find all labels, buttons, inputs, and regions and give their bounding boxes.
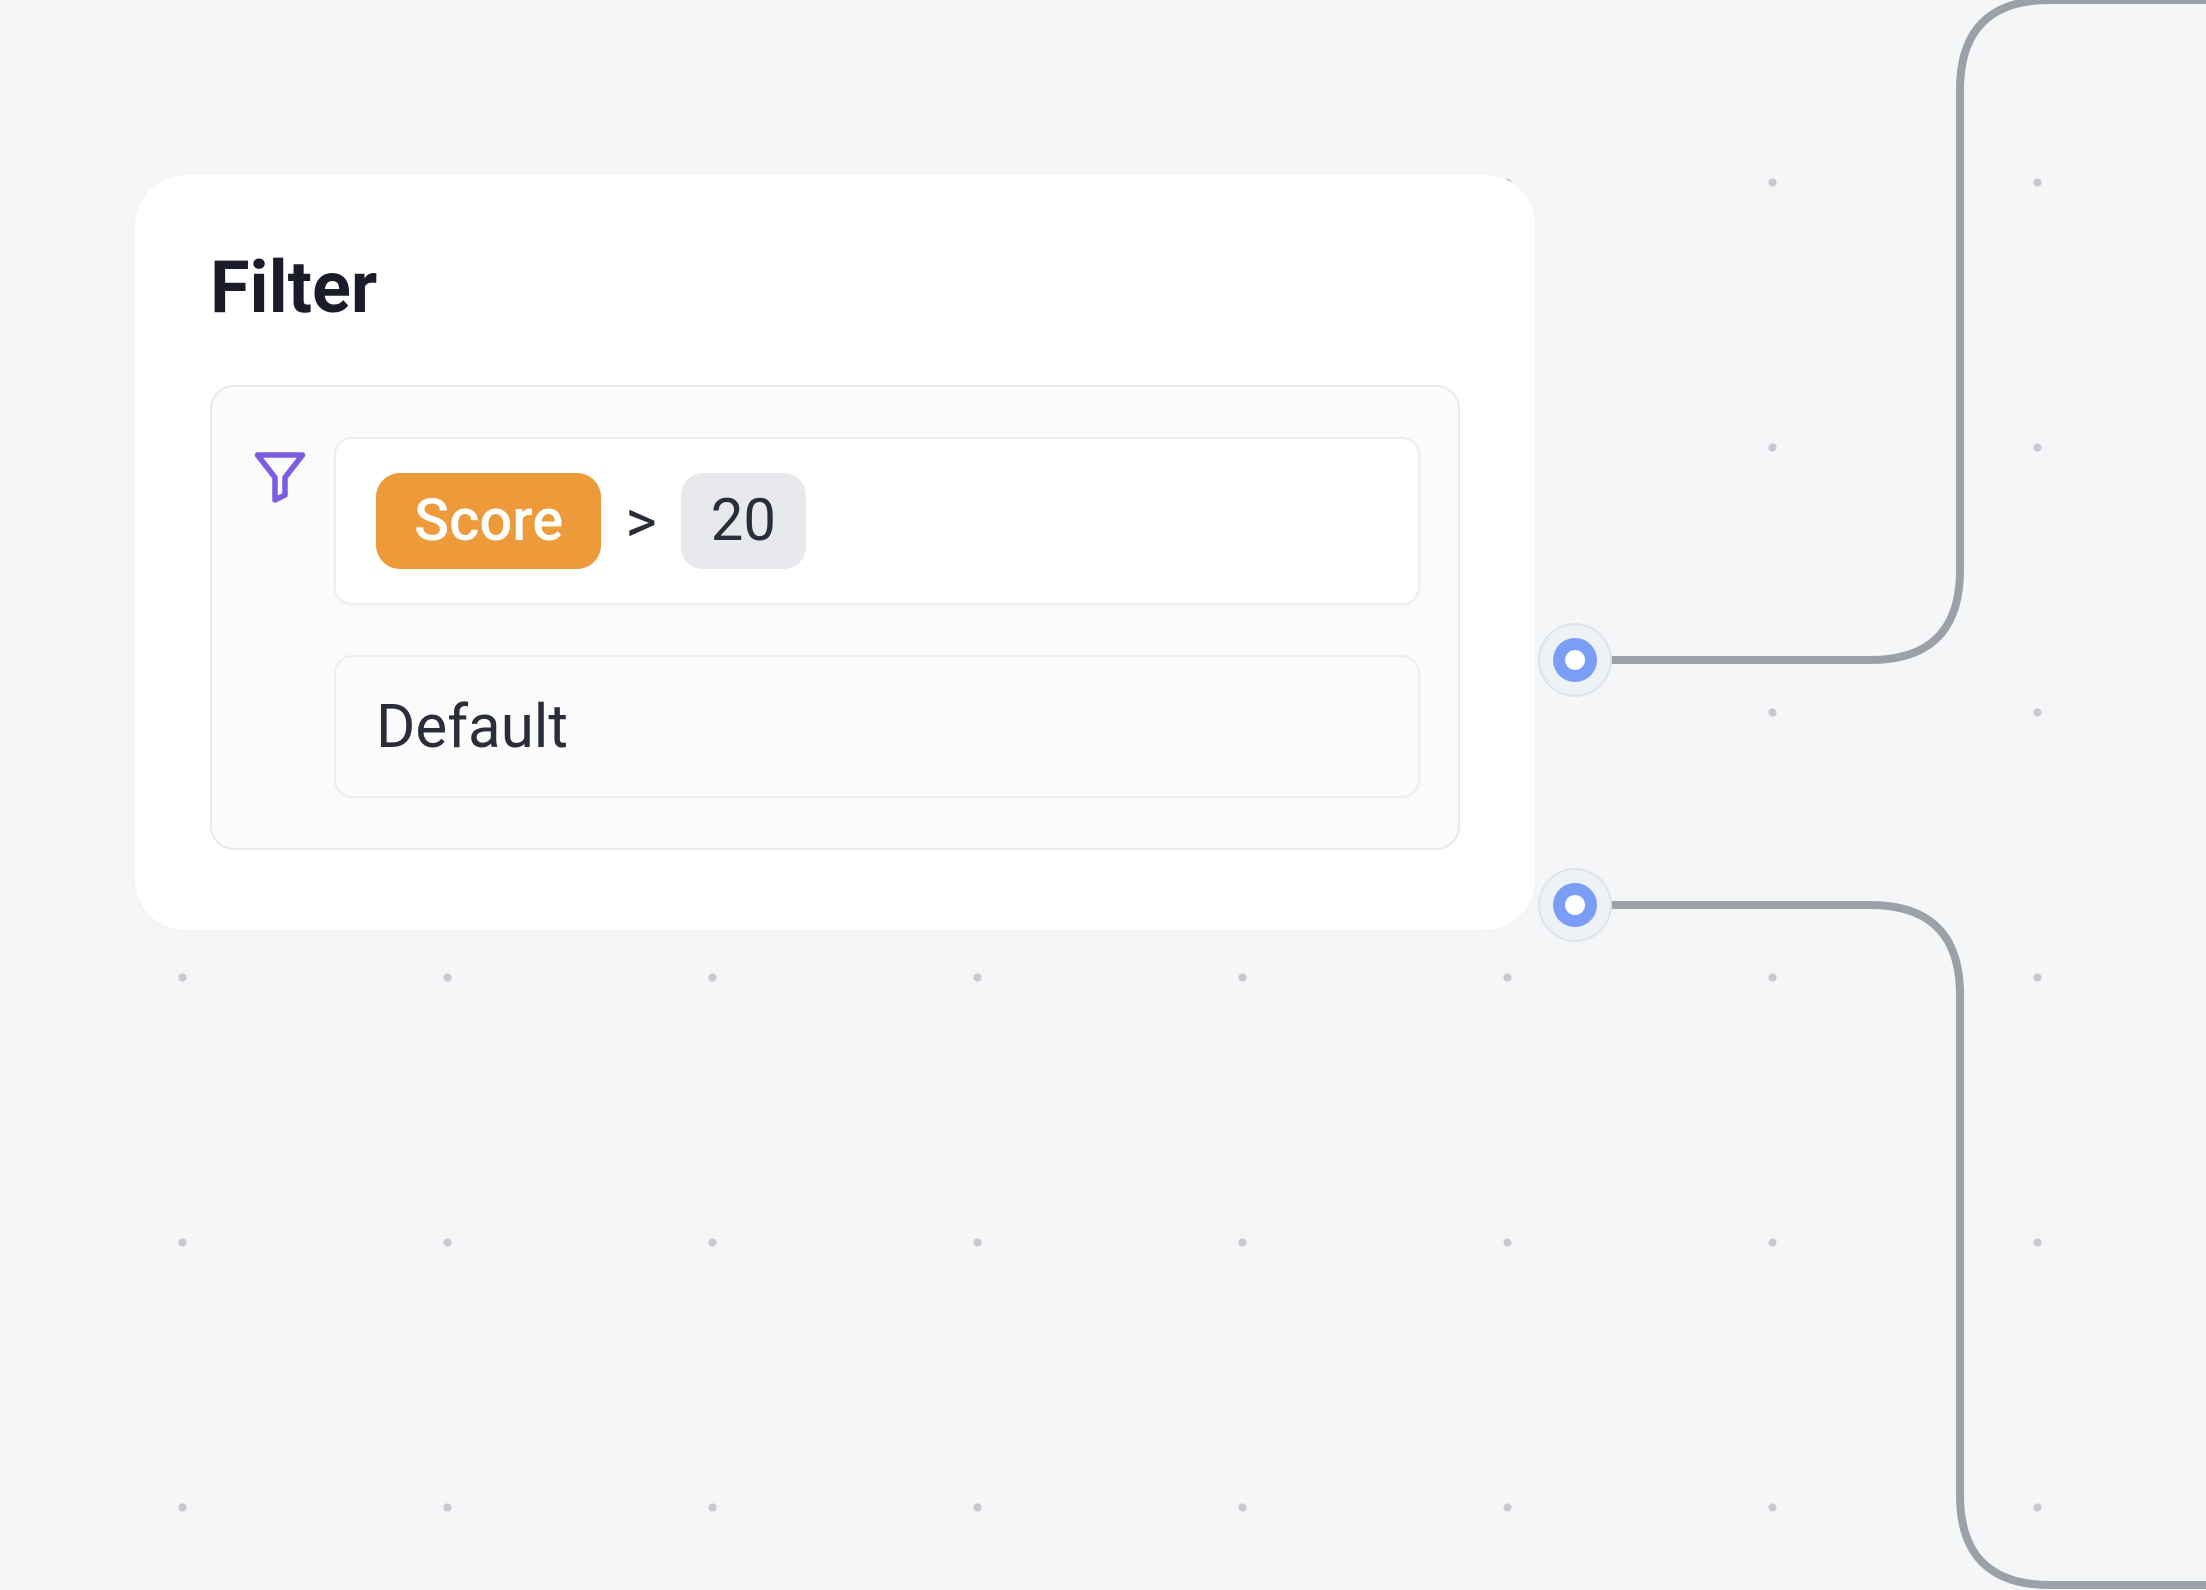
edge-condition-output — [1610, 0, 2206, 700]
output-port-default[interactable] — [1540, 870, 1610, 940]
port-inner — [1553, 883, 1597, 927]
filter-node-title: Filter — [210, 245, 1460, 330]
condition-value-tag[interactable]: 20 — [681, 473, 806, 569]
condition-row: Score > 20 — [250, 437, 1420, 605]
condition-field-tag[interactable]: Score — [376, 473, 601, 569]
default-row: Default — [250, 655, 1420, 798]
default-label: Default — [376, 691, 568, 762]
edge-default-output — [1610, 870, 2206, 1590]
condition-operator[interactable]: > — [625, 486, 656, 557]
default-condition-box[interactable]: Default — [334, 655, 1420, 798]
conditions-container: Score > 20 Default — [210, 385, 1460, 850]
funnel-icon — [250, 445, 310, 505]
port-inner — [1553, 638, 1597, 682]
filter-node-card[interactable]: Filter Score > 20 Default — [135, 175, 1535, 930]
output-port-condition[interactable] — [1540, 625, 1610, 695]
condition-expression-box[interactable]: Score > 20 — [334, 437, 1420, 605]
